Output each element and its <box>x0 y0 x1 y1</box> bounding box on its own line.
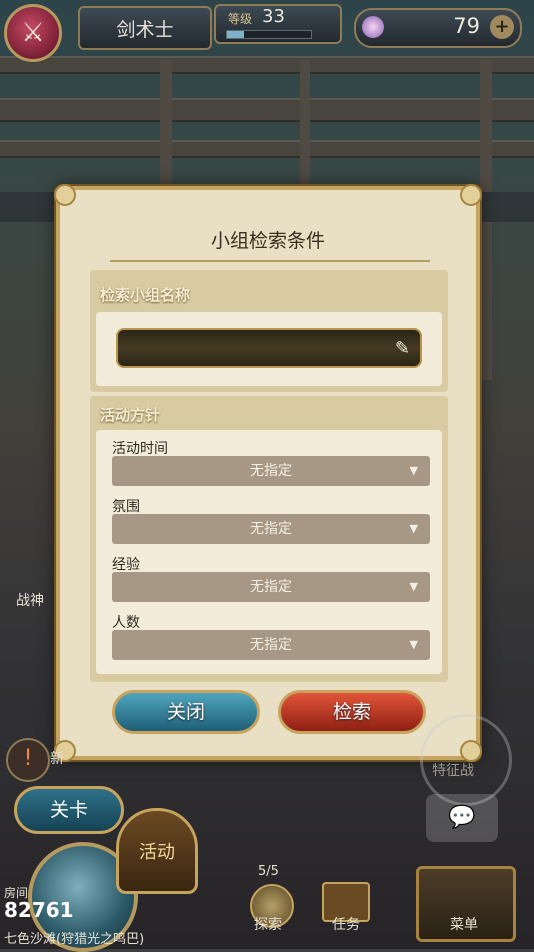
member-count-value: 无指定 <box>250 637 292 653</box>
member-count-dropdown[interactable]: 无指定 ▼ <box>112 630 430 660</box>
title-divider <box>110 260 430 262</box>
side-label: 战神 <box>16 593 44 609</box>
member-count-label: 人数 <box>112 615 140 631</box>
job-name: 剑术士 <box>116 18 174 41</box>
activity-time-value: 无指定 <box>250 463 292 479</box>
pencil-icon: ✎ <box>394 338 410 359</box>
location-name: 七色沙滩(狩猎光之鸣巴) <box>4 932 145 947</box>
chat-bubble-icon: 💬 <box>448 805 476 830</box>
activity-time-label: 活动时间 <box>112 441 168 457</box>
exp-bar <box>226 30 312 39</box>
experience-value: 无指定 <box>250 579 292 595</box>
level-value: 33 <box>262 6 285 27</box>
chevron-down-icon: ▼ <box>409 522 418 535</box>
gem-panel: 79 + <box>354 8 522 48</box>
action-ring-label: 特征战 <box>432 763 474 779</box>
atmosphere-dropdown[interactable]: 无指定 ▼ <box>112 514 430 544</box>
ornament-corner <box>54 184 76 206</box>
level-panel: 等级 33 <box>214 4 342 44</box>
chevron-down-icon: ▼ <box>409 464 418 477</box>
close-button[interactable]: 关闭 <box>112 690 260 734</box>
search-button[interactable]: 检索 <box>278 690 426 734</box>
chat-button[interactable]: 💬 <box>426 794 498 842</box>
explore-count: 5/5 <box>258 864 279 879</box>
atmosphere-label: 氛围 <box>112 499 140 515</box>
experience-label: 经验 <box>112 557 140 573</box>
top-bar: ⚔ 剑术士 等级 33 79 + <box>0 0 534 62</box>
dialog-title: 小组检索条件 <box>210 230 325 252</box>
exp-bar-fill <box>227 31 244 38</box>
new-label: 新 <box>50 751 64 767</box>
gem-icon <box>362 16 384 38</box>
quest-label: 任务 <box>332 917 360 933</box>
activity-policy-heading: 活动方针 <box>100 406 161 424</box>
event-button[interactable]: 活动 <box>116 808 198 894</box>
gem-count: 79 <box>453 14 480 38</box>
chevron-down-icon: ▼ <box>409 580 418 593</box>
stage-button[interactable]: 关卡 <box>14 786 124 834</box>
event-label: 活动 <box>139 842 175 863</box>
chevron-down-icon: ▼ <box>409 638 418 651</box>
menu-label: 菜单 <box>450 917 478 933</box>
job-emblem-icon[interactable]: ⚔ <box>4 4 62 62</box>
job-name-panel[interactable]: 剑术士 <box>78 6 212 50</box>
add-gem-button[interactable]: + <box>490 15 514 39</box>
atmosphere-value: 无指定 <box>250 521 292 537</box>
group-name-input[interactable]: ✎ <box>116 328 422 368</box>
explore-label: 探索 <box>254 917 282 933</box>
alert-icon[interactable]: ! <box>6 738 50 782</box>
experience-dropdown[interactable]: 无指定 ▼ <box>112 572 430 602</box>
ornament-corner <box>460 184 482 206</box>
group-name-heading: 检索小组名称 <box>100 286 191 304</box>
level-label: 等级 <box>228 12 253 26</box>
room-number: 82761 <box>4 898 74 922</box>
activity-time-dropdown[interactable]: 无指定 ▼ <box>112 456 430 486</box>
group-search-dialog: 小组检索条件 检索小组名称 ✎ 活动方针 活动时间 无指定 ▼ 氛围 无指定 ▼… <box>54 184 482 762</box>
